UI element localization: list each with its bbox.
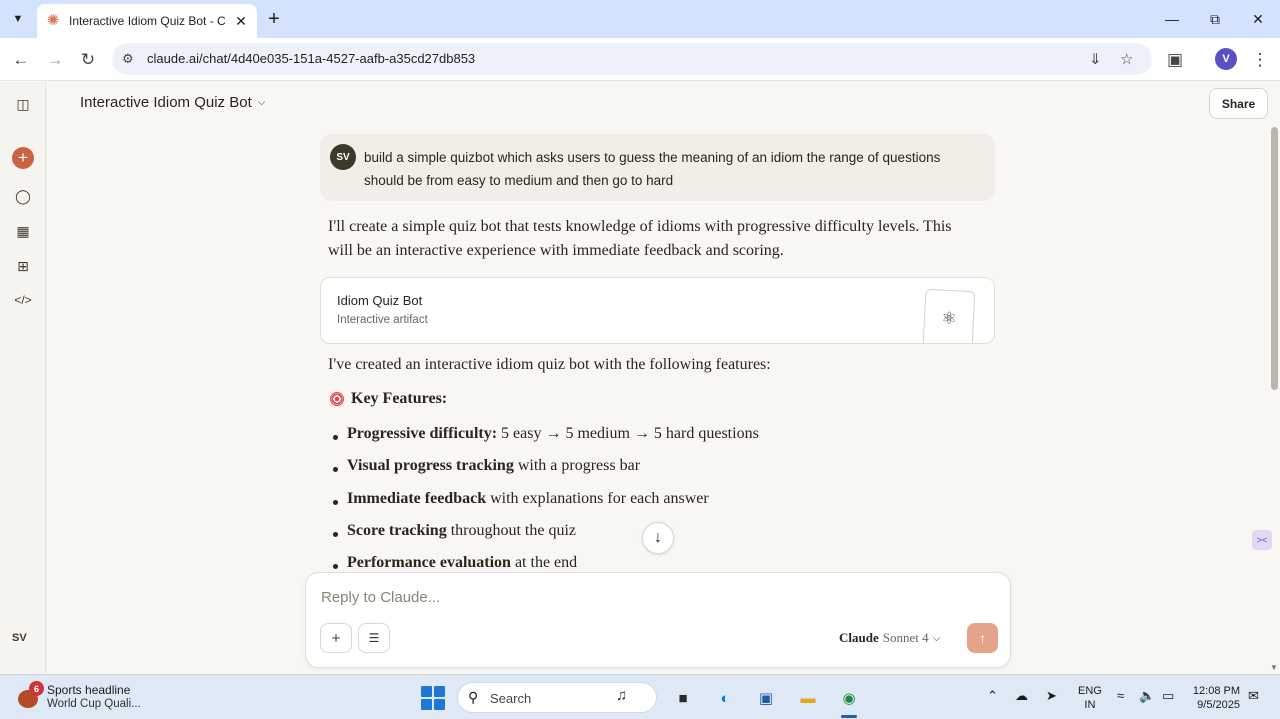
user-avatar: SV — [330, 144, 356, 170]
artifact-title: Idiom Quiz Bot — [337, 293, 423, 308]
artifact-subtitle: Interactive artifact — [337, 314, 428, 326]
share-button[interactable]: Share — [1209, 88, 1268, 119]
atom-icon: ⚛ — [922, 288, 976, 343]
news-title[interactable]: Sports headline — [47, 683, 130, 697]
search-highlight-icon: ♫ — [616, 687, 628, 704]
onedrive-icon[interactable]: ☁ — [1015, 688, 1028, 704]
edge-icon[interactable]: ◐ — [710, 683, 740, 713]
taskbar-search[interactable]: ⚲ Search ♫ — [457, 682, 657, 713]
input-language[interactable]: ENG IN — [1078, 684, 1102, 712]
browser-menu-icon[interactable]: ⋮ — [1247, 47, 1273, 73]
projects-icon[interactable]: ▦ — [11, 219, 35, 243]
arrow-down-icon: ↓ — [654, 529, 662, 546]
news-badge: 6 — [29, 681, 44, 696]
task-view-icon[interactable]: ■ — [668, 683, 698, 713]
list-item: Immediate feedback with explanations for… — [333, 490, 759, 522]
notifications-icon[interactable]: ✉ — [1248, 688, 1259, 704]
tab-search-chevron-icon[interactable]: ▼ — [6, 8, 30, 30]
chrome-icon[interactable]: ◉ — [834, 683, 864, 713]
arrow-up-icon: ↑ — [979, 630, 986, 646]
list-item: Visual progress tracking with a progress… — [333, 457, 759, 489]
response-intro: I'll create a simple quiz bot that tests… — [328, 218, 952, 259]
windows-taskbar: 6 Sports headline World Cup Quali... ⚲ S… — [0, 674, 1280, 719]
user-message-text: build a simple quizbot which asks users … — [364, 150, 941, 188]
search-label: Search — [490, 691, 532, 706]
sliders-icon: ☰ — [368, 631, 380, 645]
left-rail: ◫ + ◯ ▦ ⊞ </> SV — [0, 82, 46, 674]
window-close-icon[interactable]: ✕ — [1238, 6, 1278, 32]
tab-title: Interactive Idiom Quiz Bot - Cla — [69, 14, 225, 28]
chat-title-menu[interactable]: Interactive Idiom Quiz Bot ⌵ — [80, 94, 265, 111]
send-button[interactable]: ↑ — [967, 623, 998, 653]
restore-icon[interactable]: ⧉ — [1195, 6, 1235, 32]
user-message: SV build a simple quizbot which asks use… — [320, 134, 995, 201]
url-text[interactable]: claude.ai/chat/4d40e035-151a-4527-aafb-a… — [147, 51, 475, 66]
browser-tab-active[interactable]: ✺ Interactive Idiom Quiz Bot - Cla ✕ — [37, 4, 257, 38]
search-icon: ⚲ — [468, 689, 479, 705]
wifi-icon[interactable]: ≈ — [1117, 688, 1124, 703]
tab-close-icon[interactable]: ✕ — [233, 13, 249, 30]
claude-favicon-icon: ✺ — [46, 12, 60, 29]
chrome-active-indicator — [841, 715, 857, 718]
back-icon[interactable]: ← — [8, 47, 34, 73]
minimize-icon[interactable]: — — [1152, 6, 1192, 32]
artifacts-icon[interactable]: ⊞ — [11, 254, 35, 278]
list-item: Progressive difficulty: 5 easy → 5 mediu… — [333, 425, 759, 457]
install-app-icon[interactable]: ⇓ — [1089, 50, 1102, 68]
claude-app: ◫ + ◯ ▦ ⊞ </> SV Interactive Idiom Quiz … — [0, 82, 1280, 674]
address-bar[interactable]: ⚙ claude.ai/chat/4d40e035-151a-4527-aafb… — [112, 43, 1152, 75]
response-body: I've created an interactive idiom quiz b… — [328, 356, 771, 373]
user-initials[interactable]: SV — [12, 632, 27, 644]
features-heading: Key Features: — [351, 390, 448, 407]
list-item: Score tracking throughout the quiz — [333, 522, 759, 554]
model-name: Sonnet 4 — [882, 630, 929, 645]
chat-title: Interactive Idiom Quiz Bot — [80, 94, 252, 111]
chats-icon[interactable]: ◯ — [11, 184, 35, 208]
battery-icon[interactable]: ▭ — [1162, 688, 1174, 704]
artifact-card[interactable]: Idiom Quiz Bot Interactive artifact ⚛ — [320, 277, 995, 344]
add-attachment-button[interactable]: + — [320, 623, 352, 653]
tools-button[interactable]: ☰ — [358, 623, 390, 653]
volume-icon[interactable]: 🔈 — [1139, 688, 1155, 704]
new-tab-button[interactable]: + — [262, 7, 286, 31]
reload-icon[interactable]: ↻ — [75, 47, 101, 73]
reply-input-placeholder[interactable]: Reply to Claude... — [321, 589, 440, 606]
scroll-to-bottom-button[interactable]: ↓ — [642, 522, 674, 554]
code-icon[interactable]: </> — [11, 288, 35, 312]
sidebar-toggle-icon[interactable]: ◫ — [11, 92, 35, 116]
profile-avatar[interactable]: V — [1215, 48, 1237, 70]
clock[interactable]: 12:08 PM 9/5/2025 — [1190, 684, 1240, 712]
scrollbar-down-arrow-icon[interactable]: ▼ — [1270, 663, 1278, 672]
location-icon[interactable]: ➤ — [1046, 688, 1057, 704]
forward-icon[interactable]: → — [42, 47, 68, 73]
bookmark-star-icon[interactable]: ☆ — [1120, 50, 1133, 68]
model-selector[interactable]: Claude Sonnet 4 ⌵ — [839, 630, 940, 646]
news-subtitle[interactable]: World Cup Quali... — [47, 698, 141, 710]
model-brand: Claude — [839, 630, 879, 645]
plus-icon: + — [331, 629, 341, 647]
browser-toolbar: ← → ↻ ⚙ claude.ai/chat/4d40e035-151a-452… — [0, 38, 1280, 81]
reply-composer[interactable]: Reply to Claude... + ☰ Claude Sonnet 4 ⌵… — [305, 572, 1011, 668]
collapse-panel-icon[interactable]: >< — [1252, 530, 1272, 550]
scrollbar-thumb[interactable] — [1271, 127, 1278, 390]
show-hidden-icons-icon[interactable]: ⌃ — [987, 688, 998, 704]
chevron-down-icon: ⌵ — [932, 632, 941, 644]
site-info-icon[interactable]: ⚙ — [122, 51, 134, 67]
target-icon — [330, 392, 344, 406]
file-explorer-icon[interactable]: ▬ — [793, 683, 823, 713]
extensions-icon[interactable]: ▣ — [1162, 47, 1188, 73]
browser-tab-bar: ▼ ✺ Interactive Idiom Quiz Bot - Cla ✕ +… — [0, 0, 1280, 38]
start-icon[interactable] — [421, 686, 445, 710]
chevron-down-icon: ⌵ — [257, 97, 266, 108]
store-icon[interactable]: ▣ — [751, 683, 781, 713]
new-chat-icon[interactable]: + — [12, 147, 34, 169]
features-list: Progressive difficulty: 5 easy → 5 mediu… — [333, 425, 759, 586]
features-heading-row: Key Features: — [330, 390, 447, 408]
